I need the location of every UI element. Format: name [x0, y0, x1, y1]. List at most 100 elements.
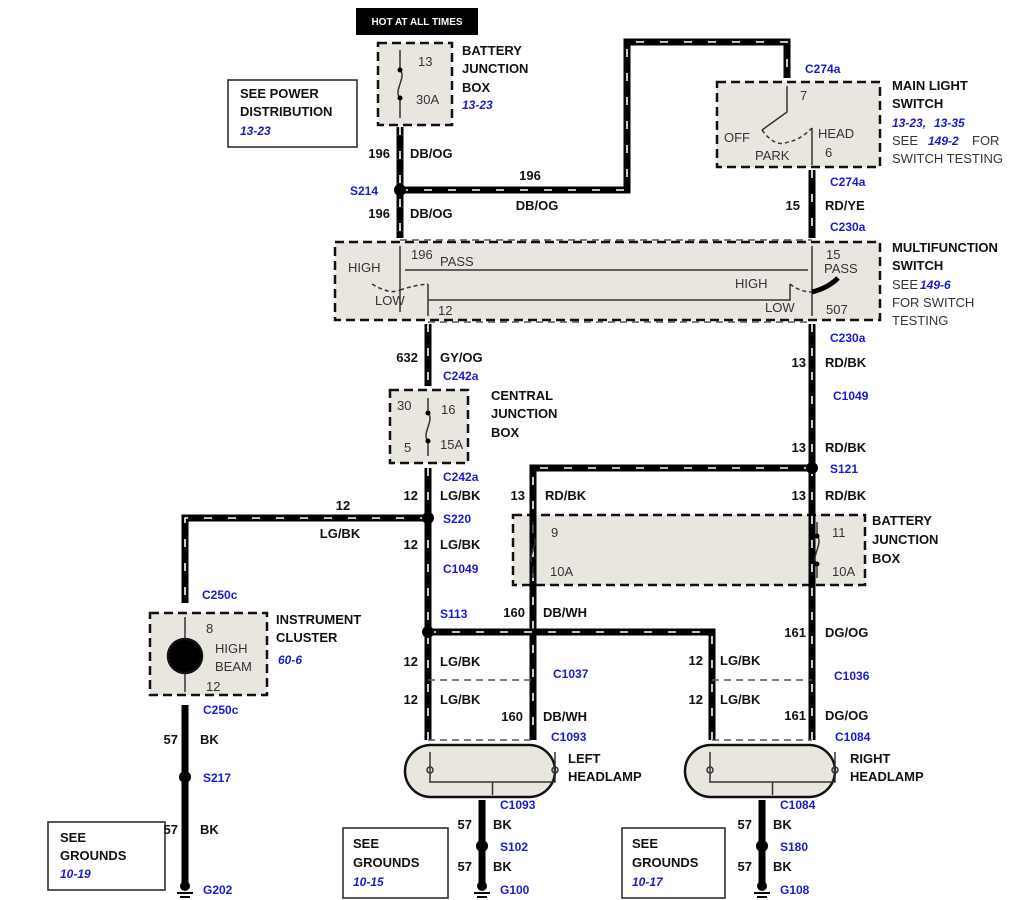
splice-s217[interactable]: [179, 771, 191, 783]
central-junction-box-pin-top-label: 30: [397, 398, 411, 413]
connectors-c1049-label[interactable]: C1049: [443, 562, 479, 576]
wires-dgog-label: DG/OG: [825, 708, 868, 723]
multifunction-switch-right-pass-label: PASS: [824, 261, 858, 276]
connectors-c1093-label[interactable]: C1093: [551, 730, 587, 744]
main-light-switch-for-label: FOR: [972, 133, 999, 148]
splices-s180-label[interactable]: S180: [780, 840, 808, 854]
multifunction-switch-left-high-label: HIGH: [348, 260, 381, 275]
central-junction-box-name-2-label: BOX: [491, 425, 520, 440]
main-light-switch-refs-1-label[interactable]: 13-35: [934, 116, 965, 130]
main-light-switch-testing-label: SWITCH TESTING: [892, 151, 1003, 166]
battery-junction-box-top-cavity-label: 13: [418, 54, 432, 69]
connectors-c230a-label[interactable]: C230a: [830, 331, 866, 345]
wires-c161-label: 161: [784, 625, 806, 640]
battery-junction-box-mid-right-cavity-label: 11: [832, 525, 846, 540]
splices-s220-label[interactable]: S220: [443, 512, 471, 526]
wires-bk-label: BK: [773, 817, 792, 832]
wires-lgbk-label: LG/BK: [720, 653, 761, 668]
main-light-switch-name-0-label: MAIN LIGHT: [892, 78, 968, 93]
wire-13-rdbk-s121: [529, 464, 812, 740]
wires-dbwh-label: DB/WH: [543, 709, 587, 724]
instrument-cluster-pin-bottom-label: 12: [206, 679, 220, 694]
battery-junction-box-mid-right-fuse-label: 10A: [832, 564, 855, 579]
main-light-switch-refs-0-label[interactable]: 13-23,: [892, 116, 926, 130]
see-grounds-1-ref-label[interactable]: 10-15: [353, 875, 384, 889]
wires-rdbk-label: RD/BK: [825, 355, 867, 370]
splices-s113-label[interactable]: S113: [440, 607, 468, 621]
wires-c161-label: 161: [784, 708, 806, 723]
connectors-c242a-label[interactable]: C242a: [443, 470, 479, 484]
instrument-cluster-lamp-0-label: HIGH: [215, 641, 248, 656]
battery-junction-box-top-name-1-label: JUNCTION: [462, 61, 528, 76]
wires-lgbk-label: LG/BK: [440, 654, 481, 669]
splices-s214-label[interactable]: S214: [350, 184, 378, 198]
see-power-ref-label[interactable]: 13-23: [240, 124, 271, 138]
right-headlamp-name-1-label: HEADLAMP: [850, 769, 924, 784]
wires-c12-label: 12: [404, 654, 418, 669]
multifunction-switch-left-pass-label: PASS: [440, 254, 474, 269]
connectors-c1036-label[interactable]: C1036: [834, 669, 870, 683]
wires-rdbk-label: RD/BK: [825, 440, 867, 455]
connectors-c1084-label[interactable]: C1084: [780, 798, 816, 812]
wires-c57-label: 57: [164, 822, 178, 837]
connectors-c1037-label[interactable]: C1037: [553, 667, 589, 681]
main-light-switch-positions-2-label: HEAD: [818, 126, 854, 141]
see-grounds-2-ref-label[interactable]: 10-17: [632, 875, 664, 889]
splices-s102-label[interactable]: S102: [500, 840, 528, 854]
splice-s180[interactable]: [756, 840, 768, 852]
connectors-c274a-label[interactable]: C274a: [830, 175, 866, 189]
instrument-cluster-pin-top-label: 8: [206, 621, 213, 636]
see-grounds-2-lines-0-label: SEE: [632, 836, 658, 851]
wires-bk-label: BK: [493, 859, 512, 874]
connectors-c250c-label[interactable]: C250c: [202, 588, 238, 602]
main-light-switch-see-ref-label[interactable]: 149-2: [928, 134, 959, 148]
ground-icon-g108: [754, 881, 770, 898]
wires-bk-label: BK: [200, 822, 219, 837]
connectors-c242a-label[interactable]: C242a: [443, 369, 479, 383]
wires-dbog-label: DB/OG: [410, 146, 453, 161]
grounds-g100-label[interactable]: G100: [500, 883, 530, 897]
wires-dbwh-label: DB/WH: [543, 605, 587, 620]
splice-s121[interactable]: [806, 462, 818, 474]
wires-c160-label: 160: [501, 709, 523, 724]
central-junction-box-cavity-label: 16: [441, 402, 455, 417]
main-light-switch-pin-top-label: 7: [800, 88, 807, 103]
central-junction-box-fuse-label: 15A: [440, 437, 463, 452]
connectors-c1084-label[interactable]: C1084: [835, 730, 871, 744]
grounds-g202-label[interactable]: G202: [203, 883, 233, 897]
right-headlamp-name-0-label: RIGHT: [850, 751, 891, 766]
see-grounds-0-ref-label[interactable]: 10-19: [60, 867, 91, 881]
wires-lgbk-label: LG/BK: [440, 537, 481, 552]
main-light-switch-box[interactable]: [715, 80, 882, 169]
battery-junction-box-top[interactable]: [376, 41, 454, 127]
splice-s102[interactable]: [476, 840, 488, 852]
see-grounds-1-lines-0-label: SEE: [353, 836, 379, 851]
splices-s121-label[interactable]: S121: [830, 462, 858, 476]
multifunction-switch-see-ref-label[interactable]: 149-6: [920, 278, 951, 292]
wires-rdbk-label: RD/BK: [825, 488, 867, 503]
grounds-g108-label[interactable]: G108: [780, 883, 810, 897]
splice-s214[interactable]: [394, 184, 406, 196]
wires-c15-label: 15: [786, 198, 800, 213]
battery-junction-box-top-ref-label[interactable]: 13-23: [462, 98, 493, 112]
multifunction-switch-name-0-label: MULTIFUNCTION: [892, 240, 998, 255]
splices-s217-label[interactable]: S217: [203, 771, 231, 785]
wires-rdbk-label: RD/BK: [545, 488, 587, 503]
connectors-c1093-label[interactable]: C1093: [500, 798, 536, 812]
connectors-c1049-label[interactable]: C1049: [833, 389, 869, 403]
connectors-c230a-label[interactable]: C230a: [830, 220, 866, 234]
splice-s113[interactable]: [422, 626, 434, 638]
wires-dbog-label: DB/OG: [516, 198, 559, 213]
wires-c57-label: 57: [458, 859, 472, 874]
instrument-cluster-ref-label[interactable]: 60-6: [278, 653, 302, 667]
connectors-c274a-label[interactable]: C274a: [805, 62, 841, 76]
wires-c13-label: 13: [792, 355, 806, 370]
multifunction-switch-right-pin-bottom-label: 507: [826, 302, 848, 317]
wires-c57-label: 57: [164, 732, 178, 747]
left-headlamp-name-1-label: HEADLAMP: [568, 769, 642, 784]
wires-c12-label: 12: [689, 692, 703, 707]
splice-s220[interactable]: [422, 512, 434, 524]
multifunction-switch-left-low-label: LOW: [375, 293, 405, 308]
connectors-c250c-label[interactable]: C250c: [203, 703, 239, 717]
wires-c196-label: 196: [368, 146, 390, 161]
